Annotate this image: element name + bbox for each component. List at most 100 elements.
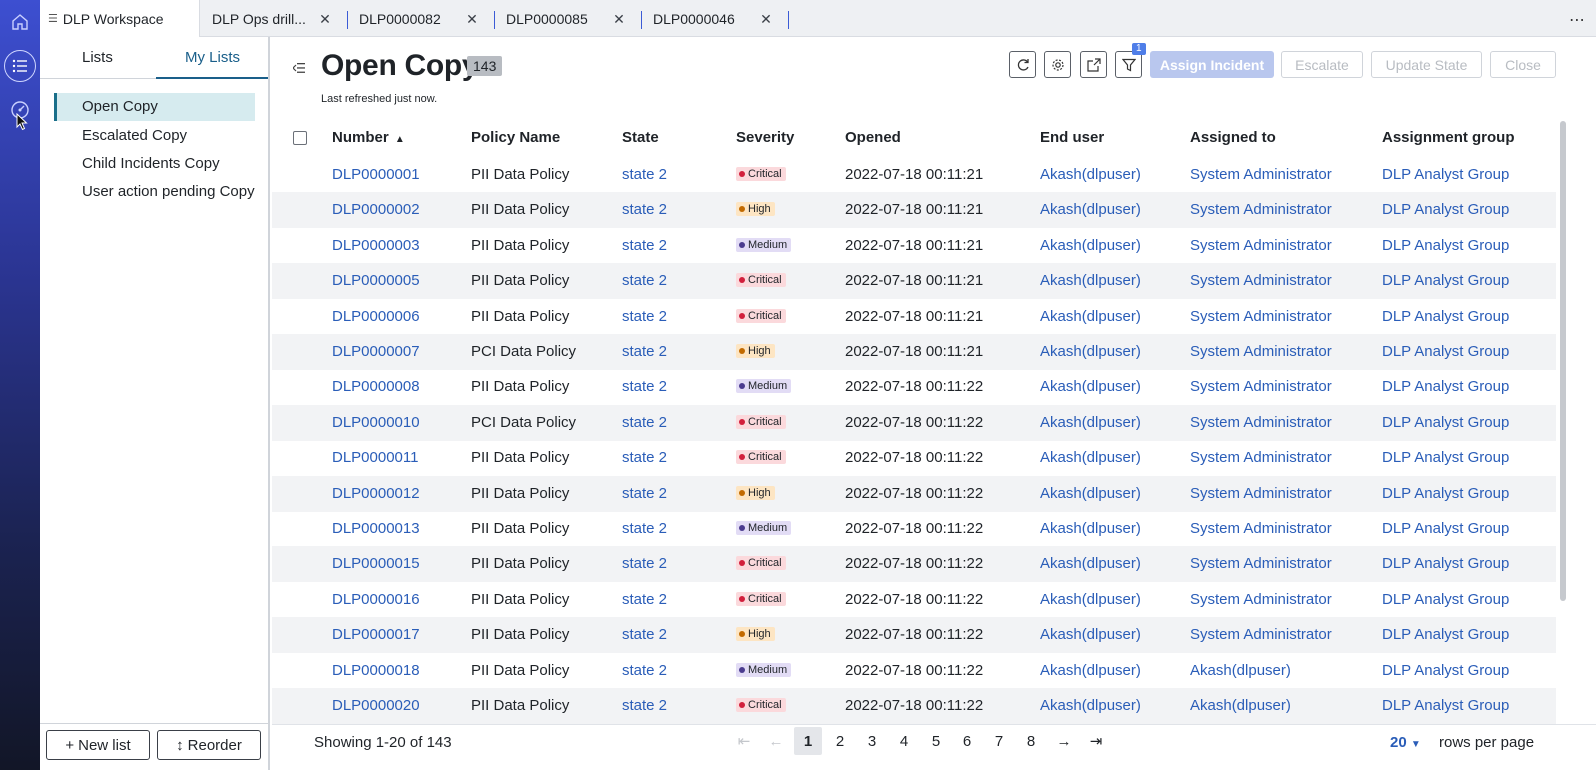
list-item-open-copy[interactable]: Open Copy <box>54 93 255 121</box>
cell-state[interactable]: state 2 <box>622 343 667 360</box>
page-7-button[interactable]: 7 <box>985 727 1013 755</box>
table-row[interactable]: DLP0000016 PII Data Policy state 2 Critical… <box>272 582 1556 618</box>
cell-state[interactable]: state 2 <box>622 201 667 218</box>
list-item-user-action-pending-copy[interactable]: User action pending Copy <box>54 178 255 206</box>
cell-assignment-group[interactable]: DLP Analyst Group <box>1382 520 1509 537</box>
cell-number[interactable]: DLP0000003 <box>332 237 420 254</box>
cell-end-user[interactable]: Akash(dlpuser) <box>1040 308 1141 325</box>
tab-dlp-ops[interactable]: DLP Ops drill... ✕ <box>212 0 348 37</box>
cell-assigned-to[interactable]: System Administrator <box>1190 308 1332 325</box>
table-row[interactable]: DLP0000008 PII Data Policy state 2 Medium 20… <box>272 369 1556 405</box>
first-page-icon[interactable]: ⇤ <box>730 727 758 755</box>
reorder-button[interactable]: ↕ Reorder <box>157 730 261 760</box>
cell-number[interactable]: DLP0000002 <box>332 201 420 218</box>
cell-assignment-group[interactable]: DLP Analyst Group <box>1382 697 1509 714</box>
cell-number[interactable]: DLP0000007 <box>332 343 420 360</box>
scrollbar-thumb[interactable] <box>1560 121 1566 601</box>
page-6-button[interactable]: 6 <box>953 727 981 755</box>
cell-end-user[interactable]: Akash(dlpuser) <box>1040 343 1141 360</box>
cell-state[interactable]: state 2 <box>622 485 667 502</box>
table-row[interactable]: DLP0000007 PCI Data Policy state 2 High 2022… <box>272 334 1556 370</box>
cell-number[interactable]: DLP0000018 <box>332 662 420 679</box>
cell-number[interactable]: DLP0000016 <box>332 591 420 608</box>
lists-icon[interactable] <box>4 50 36 82</box>
cell-state[interactable]: state 2 <box>622 237 667 254</box>
table-row[interactable]: DLP0000020 PII Data Policy state 2 Critical… <box>272 688 1556 724</box>
cell-state[interactable]: state 2 <box>622 308 667 325</box>
cell-assigned-to[interactable]: System Administrator <box>1190 201 1332 218</box>
assign-incident-button[interactable]: Assign Incident <box>1150 51 1274 78</box>
table-row[interactable]: DLP0000002 PII Data Policy state 2 High 2022… <box>272 192 1556 229</box>
table-row[interactable]: DLP0000006 PII Data Policy state 2 Critical… <box>272 299 1556 335</box>
table-row[interactable]: DLP0000003 PII Data Policy state 2 Medium 20… <box>272 228 1556 264</box>
cell-number[interactable]: DLP0000015 <box>332 555 420 572</box>
tab-dlp0000046[interactable]: DLP0000046 ✕ <box>653 0 789 37</box>
cell-assignment-group[interactable]: DLP Analyst Group <box>1382 272 1509 289</box>
next-page-icon[interactable]: → <box>1050 727 1078 755</box>
cell-assignment-group[interactable]: DLP Analyst Group <box>1382 201 1509 218</box>
column-header-number[interactable]: Number ▲ <box>332 129 405 146</box>
table-row[interactable]: DLP0000010 PCI Data Policy state 2 Critical… <box>272 404 1556 441</box>
filter-button[interactable] <box>1115 51 1142 78</box>
cell-assignment-group[interactable]: DLP Analyst Group <box>1382 485 1509 502</box>
table-scrollbar[interactable] <box>1556 121 1596 724</box>
cell-state[interactable]: state 2 <box>622 697 667 714</box>
cell-number[interactable]: DLP0000012 <box>332 485 420 502</box>
list-item-child-incidents-copy[interactable]: Child Incidents Copy <box>54 150 255 178</box>
close-icon[interactable]: ✕ <box>465 11 479 28</box>
home-icon[interactable] <box>4 6 36 38</box>
cell-number[interactable]: DLP0000020 <box>332 697 420 714</box>
cell-end-user[interactable]: Akash(dlpuser) <box>1040 697 1141 714</box>
cell-assigned-to[interactable]: System Administrator <box>1190 449 1332 466</box>
cell-state[interactable]: state 2 <box>622 626 667 643</box>
cell-assignment-group[interactable]: DLP Analyst Group <box>1382 591 1509 608</box>
cell-end-user[interactable]: Akash(dlpuser) <box>1040 555 1141 572</box>
cell-end-user[interactable]: Akash(dlpuser) <box>1040 626 1141 643</box>
cell-end-user[interactable]: Akash(dlpuser) <box>1040 485 1141 502</box>
column-header-end-user[interactable]: End user <box>1040 129 1104 146</box>
cell-assigned-to[interactable]: System Administrator <box>1190 343 1332 360</box>
cell-assigned-to[interactable]: System Administrator <box>1190 626 1332 643</box>
table-row[interactable]: DLP0000015 PII Data Policy state 2 Critical… <box>272 546 1556 583</box>
collapse-panel-icon[interactable] <box>292 60 305 76</box>
cell-assigned-to[interactable]: System Administrator <box>1190 591 1332 608</box>
table-row[interactable]: DLP0000012 PII Data Policy state 2 High 2022… <box>272 475 1556 512</box>
cell-end-user[interactable]: Akash(dlpuser) <box>1040 662 1141 679</box>
cell-end-user[interactable]: Akash(dlpuser) <box>1040 520 1141 537</box>
column-header-state[interactable]: State <box>622 129 659 146</box>
cell-number[interactable]: DLP0000006 <box>332 308 420 325</box>
cell-assignment-group[interactable]: DLP Analyst Group <box>1382 237 1509 254</box>
cell-state[interactable]: state 2 <box>622 662 667 679</box>
column-header-policy-name[interactable]: Policy Name <box>471 129 560 146</box>
cell-end-user[interactable]: Akash(dlpuser) <box>1040 378 1141 395</box>
page-1-button[interactable]: 1 <box>794 727 822 755</box>
tab-dlp-workspace[interactable]: ☰ DLP Workspace <box>40 0 200 37</box>
column-header-assigned-to[interactable]: Assigned to <box>1190 129 1276 146</box>
settings-button[interactable] <box>1044 51 1071 78</box>
cell-end-user[interactable]: Akash(dlpuser) <box>1040 272 1141 289</box>
table-row[interactable]: DLP0000001 PII Data Policy state 2 Critical… <box>272 157 1556 193</box>
table-row[interactable]: DLP0000011 PII Data Policy state 2 Critical… <box>272 440 1556 476</box>
cell-number[interactable]: DLP0000013 <box>332 520 420 537</box>
cell-assigned-to[interactable]: Akash(dlpuser) <box>1190 697 1291 714</box>
cell-end-user[interactable]: Akash(dlpuser) <box>1040 237 1141 254</box>
cell-state[interactable]: state 2 <box>622 520 667 537</box>
close-icon[interactable]: ✕ <box>318 11 332 28</box>
more-icon[interactable]: ⋯ <box>1569 10 1586 30</box>
close-icon[interactable]: ✕ <box>759 11 773 28</box>
cell-number[interactable]: DLP0000005 <box>332 272 420 289</box>
new-list-button[interactable]: + New list <box>46 730 150 760</box>
tab-my-lists[interactable]: My Lists <box>185 49 240 66</box>
cell-end-user[interactable]: Akash(dlpuser) <box>1040 166 1141 183</box>
column-header-opened[interactable]: Opened <box>845 129 901 146</box>
cell-state[interactable]: state 2 <box>622 591 667 608</box>
refresh-button[interactable] <box>1009 51 1036 78</box>
cell-number[interactable]: DLP0000001 <box>332 166 420 183</box>
cell-state[interactable]: state 2 <box>622 378 667 395</box>
cell-assigned-to[interactable]: System Administrator <box>1190 485 1332 502</box>
tab-dlp0000082[interactable]: DLP0000082 ✕ <box>359 0 495 37</box>
page-4-button[interactable]: 4 <box>890 727 918 755</box>
column-header-severity[interactable]: Severity <box>736 129 794 146</box>
column-header-assignment-group[interactable]: Assignment group <box>1382 129 1515 146</box>
escalate-button[interactable]: Escalate <box>1281 51 1363 78</box>
